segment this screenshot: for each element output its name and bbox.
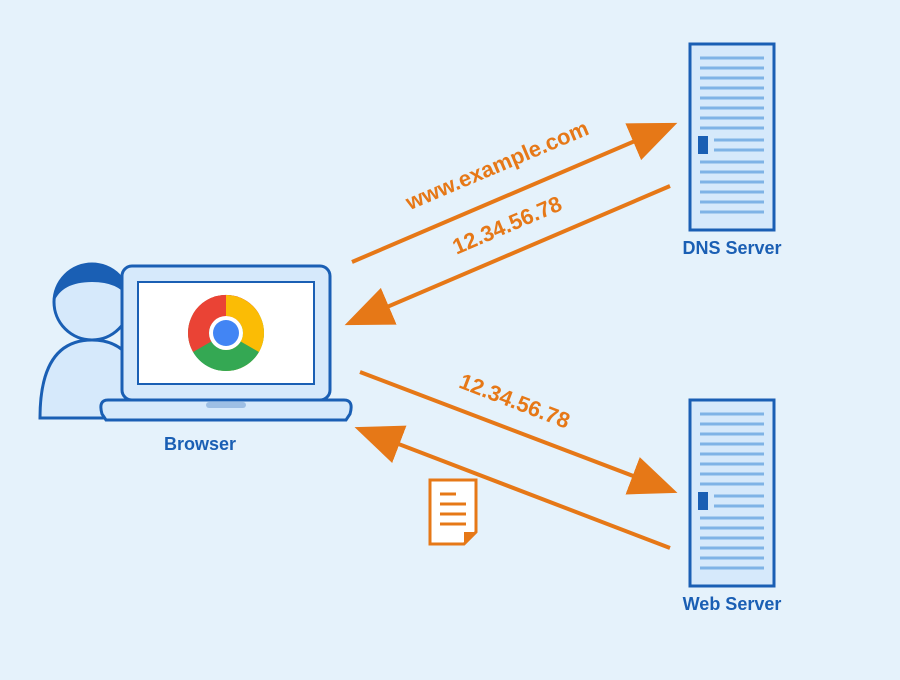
web-request-arrow: 12.34.56.78: [360, 369, 670, 490]
chrome-icon: [188, 295, 264, 371]
web-server-node: Web Server: [683, 400, 782, 614]
dns-response-arrow: 12.34.56.78: [352, 186, 670, 322]
web-server-label: Web Server: [683, 594, 782, 614]
dns-response-label: 12.34.56.78: [449, 191, 566, 259]
dns-server-label: DNS Server: [682, 238, 781, 258]
browser-node: Browser: [40, 264, 351, 454]
dns-server-node: DNS Server: [682, 44, 781, 258]
web-request-label: 12.34.56.78: [456, 369, 573, 434]
document-icon: [430, 480, 476, 544]
server-tower-icon: [690, 44, 774, 230]
diagram-canvas: Browser: [0, 0, 900, 680]
server-tower-icon: [690, 400, 774, 586]
browser-label: Browser: [164, 434, 236, 454]
dns-request-arrow: www.example.com: [352, 115, 670, 262]
web-response-arrow: [362, 430, 670, 548]
